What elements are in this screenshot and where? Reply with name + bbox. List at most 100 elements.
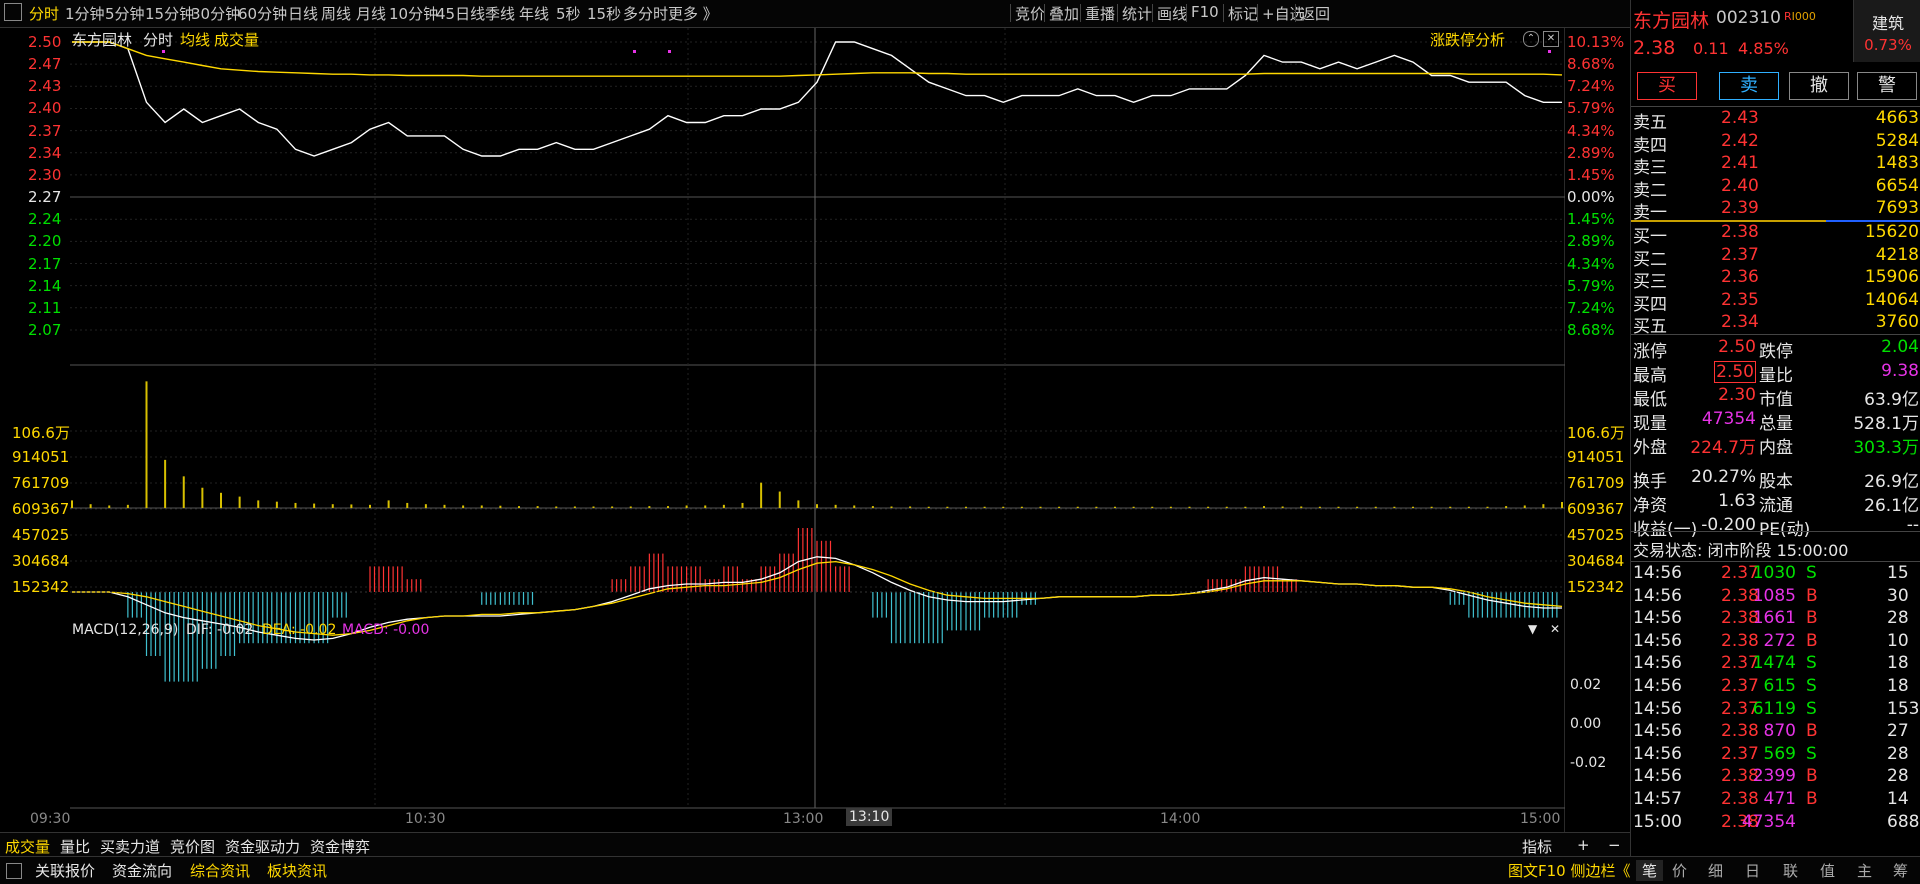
tick-volume: 6119 xyxy=(1752,698,1796,719)
timeframe-tab[interactable]: 15分钟 xyxy=(145,3,194,24)
timeframe-tab[interactable]: 30分钟 xyxy=(191,3,240,24)
indicator-tab[interactable]: 资金博弈 xyxy=(310,836,370,857)
bid-price: 2.37 xyxy=(1721,244,1759,265)
ask-label: 卖四 xyxy=(1633,135,1667,156)
tick-time: 14:56 xyxy=(1633,585,1682,606)
tick-volume: 1085 xyxy=(1752,585,1796,606)
quote-tab[interactable]: 价 xyxy=(1672,860,1687,881)
timeframe-tab[interactable]: 45日线 xyxy=(436,3,485,24)
ask-row[interactable]: 卖一 2.39 7693 xyxy=(1631,198,1920,223)
tick-price: 2.38 xyxy=(1721,630,1759,651)
indicator-tab[interactable]: 资金驱动力 xyxy=(225,836,300,857)
indicator-button[interactable]: 指标 xyxy=(1522,836,1552,857)
intraday-chart[interactable] xyxy=(70,28,1565,832)
tick-time: 14:56 xyxy=(1633,743,1682,764)
collapse-icon[interactable]: ⌃ xyxy=(1523,31,1539,47)
timeframe-tab[interactable]: 分时 xyxy=(29,3,59,24)
toolbar-item[interactable]: F10 xyxy=(1191,3,1219,21)
buy-button[interactable]: 买 xyxy=(1637,72,1697,100)
timeframe-tab[interactable]: 年线 xyxy=(519,3,549,24)
quote-tab[interactable]: 联 xyxy=(1783,860,1798,881)
indicator-tab[interactable]: 竞价图 xyxy=(170,836,215,857)
stat-value: 26.9亿 xyxy=(1864,472,1919,492)
pct-axis-tick: 1.45% xyxy=(1567,165,1615,184)
info-link[interactable]: 综合资讯 xyxy=(190,860,250,881)
timeframe-tab[interactable]: 60分钟 xyxy=(238,3,287,24)
bid-row[interactable]: 买四 2.35 14064 xyxy=(1631,289,1920,315)
limit-analysis-link[interactable]: 涨跌停分析 xyxy=(1430,29,1505,50)
tick-volume: 1474 xyxy=(1752,653,1796,674)
toolbar-item[interactable]: 竞价 xyxy=(1015,3,1045,24)
ask-row[interactable]: 卖三 2.41 1483 xyxy=(1631,153,1920,178)
price-axis-tick: 2.27 xyxy=(28,188,62,207)
bid-row[interactable]: 买二 2.37 4218 xyxy=(1631,244,1920,270)
toolbar-item[interactable]: +自选 xyxy=(1262,3,1305,24)
series-line-0 xyxy=(72,41,1562,157)
volume-bar xyxy=(1281,506,1284,508)
indicator-tab[interactable]: 成交量 xyxy=(5,836,50,857)
info-link[interactable]: 板块资讯 xyxy=(267,860,327,881)
tick-volume: 47354 xyxy=(1741,811,1796,832)
zoom-out-icon[interactable]: − xyxy=(1608,836,1621,854)
f10-sidebar-link[interactable]: 图文F10 侧边栏《 xyxy=(1508,860,1630,881)
ask-row[interactable]: 卖四 2.42 5284 xyxy=(1631,131,1920,156)
tick-volume: 1030 xyxy=(1752,563,1796,583)
stat-label: 总量 xyxy=(1759,414,1793,434)
alert-button[interactable]: 警 xyxy=(1857,72,1917,100)
volume-axis-tick-right: 457025 xyxy=(1567,526,1625,544)
timeframe-tab[interactable]: 15秒 xyxy=(587,3,621,24)
pct-axis-tick: 5.79% xyxy=(1567,276,1615,295)
quote-tab[interactable]: 笔 xyxy=(1636,860,1664,881)
volume-axis-tick: 761709 xyxy=(12,474,70,492)
cancel-button[interactable]: 撤 xyxy=(1789,72,1849,100)
timeframe-tab[interactable]: 更多 》 xyxy=(668,3,718,24)
bid-row[interactable]: 买三 2.36 15906 xyxy=(1631,267,1920,292)
time-axis-tick: 15:00 xyxy=(1520,811,1561,827)
quote-tab[interactable]: 日 xyxy=(1745,860,1760,881)
bid-row[interactable]: 买一 2.38 15620 xyxy=(1631,222,1920,247)
ask-volume: 6654 xyxy=(1875,175,1919,196)
ask-label: 卖二 xyxy=(1633,180,1667,201)
timeframe-tab[interactable]: 1分钟 xyxy=(65,3,105,24)
toolbar-item[interactable]: 标记 xyxy=(1228,3,1258,24)
macd-close-icon[interactable]: ✕ xyxy=(1550,622,1560,636)
timeframe-tab[interactable]: 日线 xyxy=(288,3,318,24)
quote-tab[interactable]: 筹 xyxy=(1893,860,1908,881)
zoom-in-icon[interactable]: + xyxy=(1577,836,1590,854)
bid-volume: 14064 xyxy=(1864,289,1919,310)
indicator-tab[interactable]: 买卖力道 xyxy=(100,836,160,857)
sector-pct: 0.73% xyxy=(1864,36,1912,54)
timeframe-tab[interactable]: 月线 xyxy=(356,3,386,24)
toolbar-item[interactable]: 叠加 xyxy=(1049,3,1079,24)
info-link[interactable]: 关联报价 xyxy=(35,860,95,881)
quote-tab[interactable]: 值 xyxy=(1820,860,1835,881)
stat-label: 市值 xyxy=(1759,390,1793,410)
tick-side: B xyxy=(1806,721,1818,742)
toolbar-item[interactable]: 重播 xyxy=(1085,3,1115,24)
toolbar-item[interactable]: 画线 xyxy=(1157,3,1187,24)
timeframe-tab[interactable]: 多分时 xyxy=(623,3,668,24)
bid-row[interactable]: 买五 2.34 3760 xyxy=(1631,312,1920,337)
macd-axis-tick: 0.02 xyxy=(1570,677,1602,693)
volume-bar xyxy=(592,506,595,508)
timeframe-tab[interactable]: 5分钟 xyxy=(105,3,145,24)
ask-row[interactable]: 卖二 2.40 6654 xyxy=(1631,175,1920,201)
info-link[interactable]: 资金流向 xyxy=(112,860,172,881)
macd-menu-icon[interactable]: ▼ xyxy=(1528,622,1537,636)
quote-tab[interactable]: 主 xyxy=(1857,860,1872,881)
timeframe-tab[interactable]: 5秒 xyxy=(556,3,581,24)
sell-button[interactable]: 卖 xyxy=(1719,72,1779,100)
timeframe-tab[interactable]: 周线 xyxy=(321,3,351,24)
panel-toggle-icon[interactable] xyxy=(6,863,22,879)
sector-box[interactable]: 建筑 0.73% xyxy=(1853,0,1920,62)
indicator-tab[interactable]: 量比 xyxy=(60,836,90,857)
timeframe-tab[interactable]: 10分钟 xyxy=(389,3,438,24)
quote-tab[interactable]: 细 xyxy=(1708,860,1723,881)
tick-row: 14:56 2.37 6119 S 153 xyxy=(1631,699,1920,721)
close-icon[interactable]: ✕ xyxy=(1543,31,1559,47)
toolbar-item[interactable]: 返回 xyxy=(1300,3,1330,24)
toolbar-item[interactable]: 统计 xyxy=(1122,3,1152,24)
menu-icon[interactable] xyxy=(4,3,22,21)
ask-row[interactable]: 卖五 2.43 4663 xyxy=(1631,108,1920,133)
timeframe-tab[interactable]: 季线 xyxy=(485,3,515,24)
